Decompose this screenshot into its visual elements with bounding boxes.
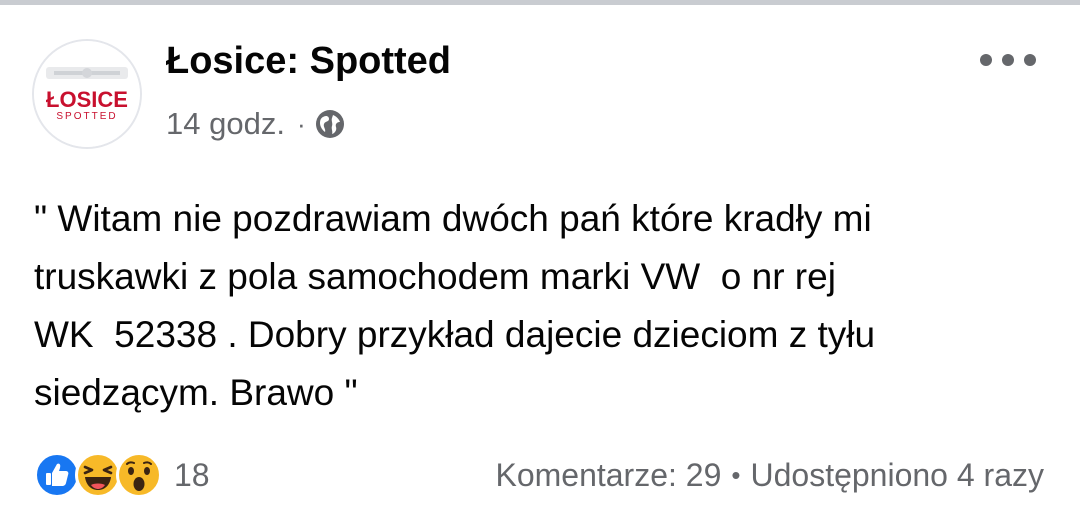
more-dot — [980, 54, 992, 66]
reaction-icons — [34, 452, 162, 498]
losice-spotted-logo: ŁOSICE SPOTTED — [34, 41, 140, 147]
meta-separator: · — [296, 108, 306, 139]
reactions-summary[interactable]: 18 — [34, 450, 210, 500]
engagement-stats: Komentarze: 29 • Udostępniono 4 razy — [495, 452, 1044, 498]
globe-icon — [315, 110, 344, 138]
post-text: " Witam nie pozdrawiam dwóch pań które k… — [34, 198, 876, 413]
logo-subtext: SPOTTED — [56, 111, 117, 122]
more-dot — [1024, 54, 1036, 66]
post-timestamp[interactable]: 14 godz. — [166, 106, 285, 142]
more-options-icon[interactable] — [980, 48, 1036, 72]
like-icon — [34, 452, 80, 498]
more-dot — [1002, 54, 1014, 66]
haha-icon — [75, 452, 121, 498]
wow-icon — [116, 452, 162, 498]
top-divider — [0, 0, 1080, 5]
comments-count-link[interactable]: Komentarze: 29 — [495, 457, 721, 494]
page-avatar[interactable]: ŁOSICE SPOTTED — [32, 39, 142, 149]
logo-text: ŁOSICE — [46, 87, 128, 112]
post-meta: 14 godz. · — [166, 104, 346, 144]
page-name[interactable]: Łosice: Spotted — [166, 40, 451, 83]
reaction-count: 18 — [174, 456, 210, 493]
stats-separator: • — [731, 459, 741, 490]
shares-count-link[interactable]: Udostępniono 4 razy — [750, 457, 1044, 494]
